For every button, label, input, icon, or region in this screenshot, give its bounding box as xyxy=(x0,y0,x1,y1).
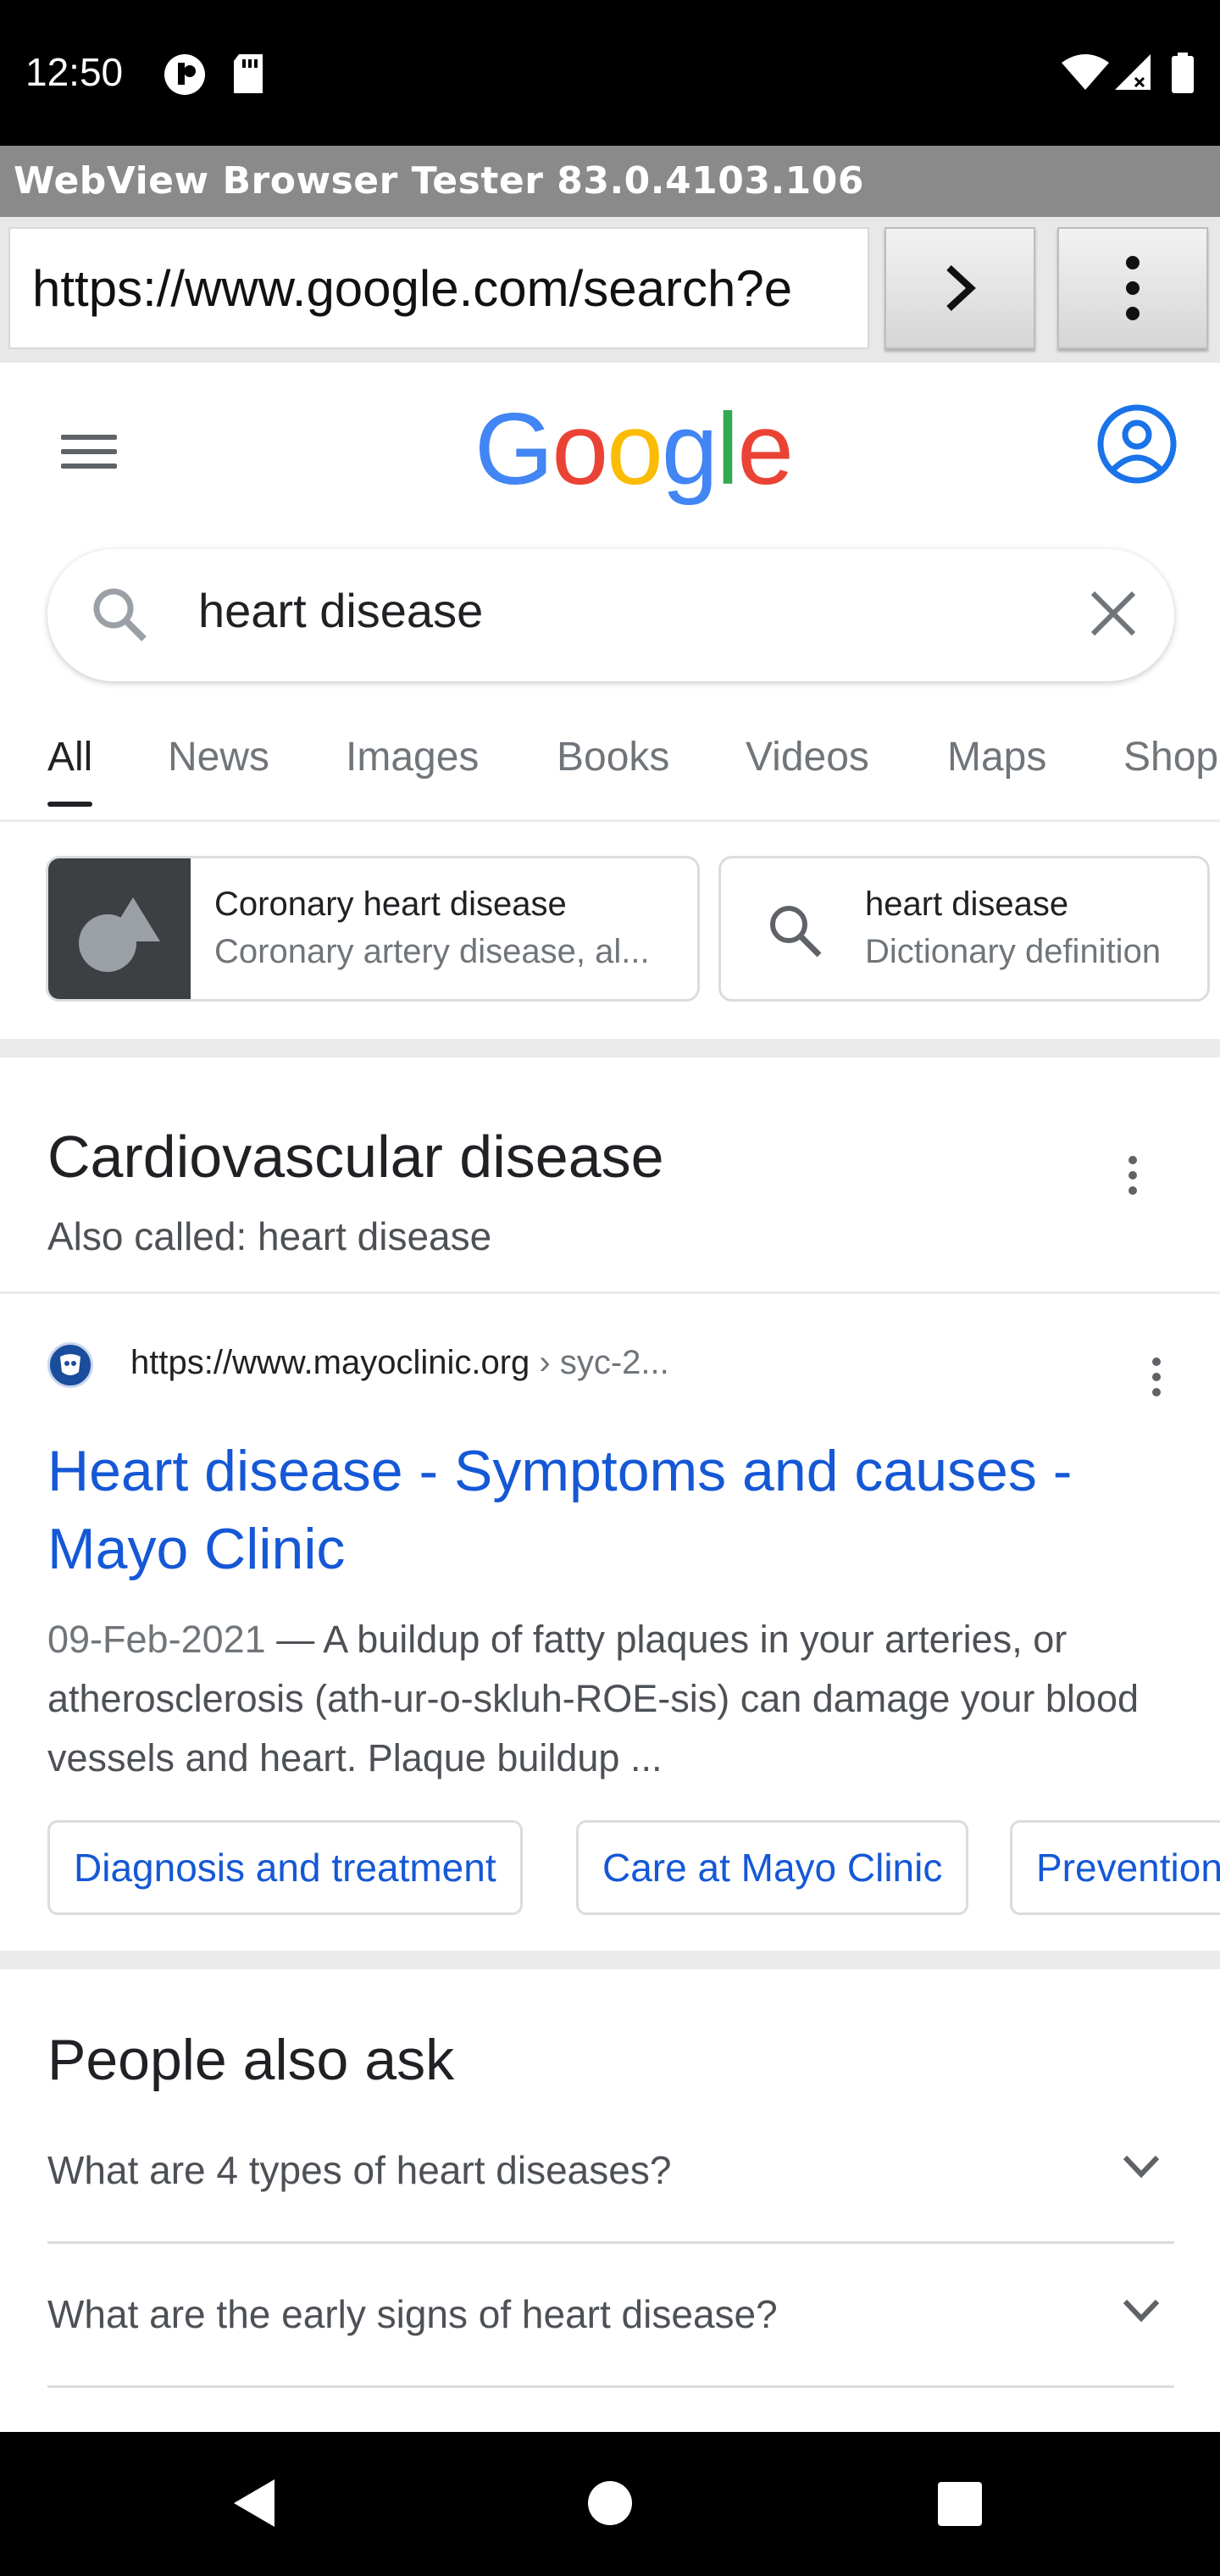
sitelink-prevention[interactable]: Prevention xyxy=(1010,1820,1220,1915)
result-title-link[interactable]: Heart disease - Symptoms and causes - Ma… xyxy=(47,1432,1174,1588)
clear-icon[interactable] xyxy=(1088,588,1139,643)
account-icon[interactable] xyxy=(1096,403,1178,485)
result-breadcrumb: › syc-2... xyxy=(530,1344,669,1381)
google-logo[interactable]: Google xyxy=(474,398,794,500)
more-vert-icon xyxy=(1126,256,1140,320)
search-tabs: All News Images Books Videos Maps Shop xyxy=(0,712,1220,822)
section-divider xyxy=(0,1951,1220,1969)
app-title-bar: WebView Browser Tester 83.0.4103.106 xyxy=(0,146,1220,217)
sd-card-icon xyxy=(230,53,266,99)
url-bar xyxy=(0,217,1220,363)
chip-subtitle: Dictionary definition xyxy=(865,933,1162,970)
url-input[interactable] xyxy=(8,227,869,349)
pocket-icon xyxy=(163,53,207,101)
section-divider xyxy=(0,1039,1220,1058)
logo-letter: G xyxy=(474,392,553,506)
chevron-down-icon xyxy=(1123,2299,1160,2323)
tab-images[interactable]: Images xyxy=(346,734,479,780)
chevron-right-icon xyxy=(946,265,976,311)
search-icon xyxy=(765,901,824,964)
navigation-bar xyxy=(0,2432,1220,2576)
knowledge-panel-subtitle: Also called: heart disease xyxy=(47,1214,492,1258)
more-vert-icon[interactable] xyxy=(1152,1357,1161,1403)
more-vert-icon[interactable] xyxy=(1128,1156,1137,1202)
logo-letter: l xyxy=(716,392,740,506)
logo-letter: o xyxy=(552,392,608,506)
recents-icon[interactable] xyxy=(937,2481,983,2531)
status-bar: 12:50 xyxy=(0,0,1220,146)
search-query[interactable]: heart disease xyxy=(198,583,483,638)
logo-letter: e xyxy=(737,392,794,506)
sitelink-diagnosis[interactable]: Diagnosis and treatment xyxy=(47,1820,523,1915)
paa-question-text: What are 4 types of heart diseases? xyxy=(47,2148,672,2192)
go-button[interactable] xyxy=(884,227,1035,349)
chip-dictionary-definition[interactable]: heart disease Dictionary definition xyxy=(718,856,1210,1002)
tab-videos[interactable]: Videos xyxy=(746,734,869,780)
home-icon[interactable] xyxy=(586,2479,634,2531)
knowledge-panel-title: Cardiovascular disease xyxy=(47,1124,664,1190)
overflow-menu-button[interactable] xyxy=(1057,227,1208,349)
result-domain: https://www.mayoclinic.org xyxy=(130,1344,530,1381)
paa-question-text: What are the early signs of heart diseas… xyxy=(47,2292,778,2336)
divider xyxy=(0,1291,1220,1294)
shapes-icon xyxy=(48,858,191,999)
sitelink-care[interactable]: Care at Mayo Clinic xyxy=(576,1820,969,1915)
search-box[interactable]: heart disease xyxy=(47,549,1174,681)
tab-all[interactable]: All xyxy=(47,734,93,807)
chip-coronary-heart-disease[interactable]: Coronary heart disease Coronary artery d… xyxy=(46,856,700,1002)
result-date: 09-Feb-2021 xyxy=(47,1618,266,1661)
battery-icon xyxy=(1171,53,1195,97)
search-icon xyxy=(90,585,149,648)
chip-title: Coronary heart disease xyxy=(214,886,567,923)
chip-title: heart disease xyxy=(865,886,1069,923)
back-icon[interactable] xyxy=(230,2478,278,2533)
cell-signal-icon xyxy=(1113,53,1152,96)
logo-letter: g xyxy=(661,392,718,506)
tab-maps[interactable]: Maps xyxy=(947,734,1046,780)
tab-news[interactable]: News xyxy=(168,734,269,780)
hamburger-menu-icon[interactable] xyxy=(61,435,117,469)
people-also-ask-title: People also ask xyxy=(47,2028,455,2092)
result-url[interactable]: https://www.mayoclinic.org › syc-2... xyxy=(130,1344,669,1382)
paa-question[interactable]: What are 4 types of heart diseases? xyxy=(47,2100,1174,2244)
app-title: WebView Browser Tester 83.0.4103.106 xyxy=(14,159,865,203)
tab-shopping[interactable]: Shop xyxy=(1123,734,1218,780)
wifi-icon xyxy=(1061,53,1110,96)
chevron-down-icon xyxy=(1123,2155,1160,2179)
chip-subtitle: Coronary artery disease, al... xyxy=(214,933,650,970)
tab-books[interactable]: Books xyxy=(557,734,669,780)
logo-letter: o xyxy=(607,392,663,506)
status-time: 12:50 xyxy=(25,50,124,94)
result-snippet: 09-Feb-2021 — A buildup of fatty plaques… xyxy=(47,1610,1183,1788)
paa-question[interactable]: What are the early signs of heart diseas… xyxy=(47,2244,1174,2388)
mayo-clinic-favicon xyxy=(47,1342,93,1388)
